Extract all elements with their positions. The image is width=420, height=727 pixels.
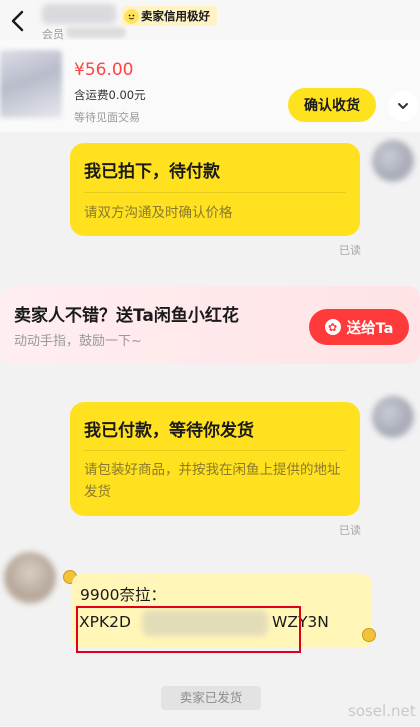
shipping-fee: 含运费0.00元 [74,88,146,102]
code-amount-label: 9900奈拉： [80,586,166,604]
gift-banner-title: 卖家人不错？送Ta闲鱼小红花 [14,306,239,326]
trade-mode: 等待见面交易 [74,111,140,124]
product-card[interactable]: ¥56.00 含运费0.00元 等待见面交易 确认收货 [0,40,420,132]
bee-sticker-icon [362,628,376,642]
order-placed-message[interactable]: 我已拍下，待付款 请双方沟通及时确认价格 [70,143,360,236]
message-divider [84,450,346,451]
seller-credit-badge[interactable]: 卖家信用极好 [121,6,217,26]
message-subtitle: 请包装好商品，并按我在闲鱼上提供的地址发货 [84,462,341,500]
watermark: sosel.net [348,702,416,720]
buyer-avatar-redacted[interactable] [372,396,414,438]
credit-badge-label: 卖家信用极好 [141,9,210,23]
paid-awaiting-shipment-message[interactable]: 我已付款，等待你发货 请包装好商品，并按我在闲鱼上提供的地址发货 [70,402,360,516]
back-arrow-icon[interactable] [6,8,32,34]
seller-shipped-status: 卖家已发货 [161,686,261,710]
send-flower-label: 送给Ta [346,320,394,337]
confirm-receipt-button[interactable]: 确认收货 [288,88,376,122]
product-thumbnail-redacted [0,50,62,118]
expand-button[interactable] [388,91,418,121]
send-flower-button[interactable]: ✿ 送给Ta [309,309,409,345]
read-receipt: 已读 [339,524,361,537]
message-title: 我已拍下，待付款 [84,162,220,182]
message-title: 我已付款，等待你发货 [84,421,254,441]
read-receipt: 已读 [339,244,361,257]
flower-icon: ✿ [324,319,341,335]
message-divider [84,192,346,193]
fish-face-icon [124,8,139,24]
buyer-avatar-redacted[interactable] [372,140,414,182]
message-subtitle: 请双方沟通及时确认价格 [84,205,233,221]
red-highlight-annotation [76,606,301,653]
seller-membership-redacted [66,27,126,38]
gift-flower-banner: 卖家人不错？送Ta闲鱼小红花 动动手指，鼓励一下~ ✿ 送给Ta [0,286,420,364]
gift-banner-subtitle: 动动手指，鼓励一下~ [14,334,142,349]
chat-header: 会员 卖家信用极好 [0,0,420,41]
product-price: ¥56.00 [74,60,134,80]
chevron-down-icon [398,103,408,109]
seller-avatar-redacted[interactable] [4,552,56,604]
seller-name-redacted [42,4,116,24]
